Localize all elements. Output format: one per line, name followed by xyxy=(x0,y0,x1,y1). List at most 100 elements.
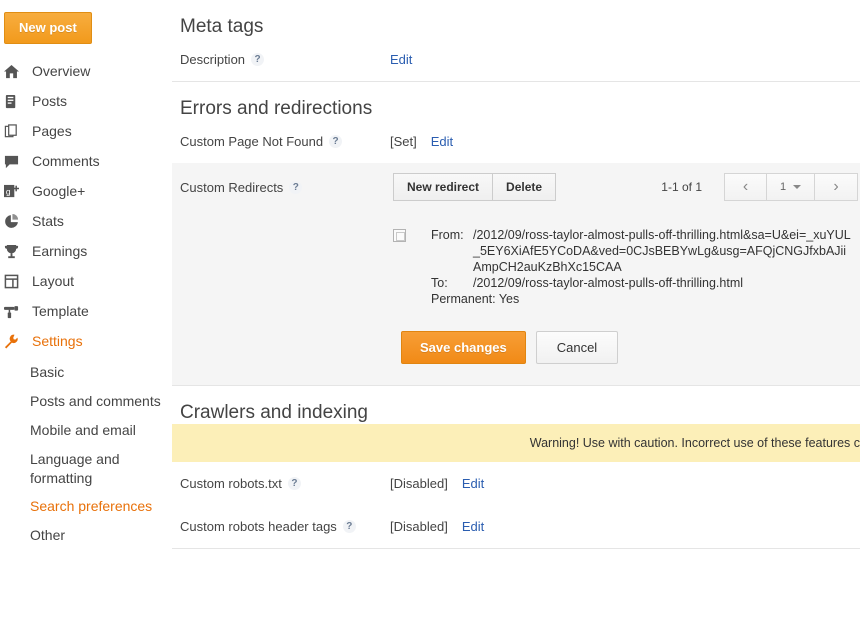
help-icon[interactable]: ? xyxy=(329,135,342,148)
sidebar-item-label: Google+ xyxy=(30,183,85,199)
sidebar: New post Overview Posts Pages xyxy=(0,0,172,638)
pagination-prev-button[interactable]: ‹ xyxy=(724,173,767,201)
robots-txt-status: [Disabled] xyxy=(390,476,448,491)
edit-page-not-found-link[interactable]: Edit xyxy=(431,134,453,149)
custom-redirects-label-group: Custom Redirects ? xyxy=(180,173,393,195)
redirect-list-item: From: /2012/09/ross-taylor-almost-pulls-… xyxy=(180,227,860,307)
sidebar-item-label: Stats xyxy=(30,213,64,229)
sidebar-item-label: Earnings xyxy=(30,243,87,259)
help-icon[interactable]: ? xyxy=(288,477,301,490)
redirect-details: From: /2012/09/ross-taylor-almost-pulls-… xyxy=(431,227,851,307)
robots-txt-label: Custom robots.txt xyxy=(180,476,282,491)
redirect-to-value: /2012/09/ross-taylor-almost-pulls-off-th… xyxy=(473,275,851,291)
edit-robots-txt-link[interactable]: Edit xyxy=(462,476,484,491)
crawlers-heading: Crawlers and indexing xyxy=(172,386,860,424)
new-redirect-button[interactable]: New redirect xyxy=(393,173,493,201)
comments-icon xyxy=(4,154,30,169)
row-custom-robots-header-tags: Custom robots header tags ? [Disabled] E… xyxy=(172,505,860,548)
redirect-button-group: New redirect Delete xyxy=(393,173,556,201)
errors-heading: Errors and redirections xyxy=(172,82,860,120)
sidebar-item-label: Posts xyxy=(30,93,67,109)
meta-tags-heading: Meta tags xyxy=(172,0,860,38)
sidebar-item-overview[interactable]: Overview xyxy=(0,56,172,86)
sidebar-item-earnings[interactable]: Earnings xyxy=(0,236,172,266)
pagination: 1-1 of 1 ‹ 1 › xyxy=(661,173,860,201)
chevron-left-icon: ‹ xyxy=(743,179,748,195)
redirect-from-value: /2012/09/ross-taylor-almost-pulls-off-th… xyxy=(473,227,851,275)
sidebar-item-posts-and-comments[interactable]: Posts and comments xyxy=(0,387,172,416)
row-custom-page-not-found: Custom Page Not Found ? [Set] Edit xyxy=(172,120,860,163)
custom-redirects-header: Custom Redirects ? New redirect Delete 1… xyxy=(180,173,860,201)
blogger-search-preferences-page: New post Overview Posts Pages xyxy=(0,0,860,638)
sidebar-item-basic[interactable]: Basic xyxy=(0,358,172,387)
delete-redirect-button[interactable]: Delete xyxy=(493,173,556,201)
sidebar-item-posts[interactable]: Posts xyxy=(0,86,172,116)
pie-chart-icon xyxy=(4,214,30,229)
sidebar-item-label: Layout xyxy=(30,273,74,289)
chevron-right-icon: › xyxy=(833,179,838,195)
redirect-from-key: From: xyxy=(431,227,473,275)
redirect-from-line: From: /2012/09/ross-taylor-almost-pulls-… xyxy=(431,227,851,275)
sidebar-item-comments[interactable]: Comments xyxy=(0,146,172,176)
home-icon xyxy=(4,64,30,79)
sidebar-item-label: Settings xyxy=(30,333,83,349)
google-plus-icon: g xyxy=(4,184,30,199)
sidebar-item-template[interactable]: Template xyxy=(0,296,172,326)
warning-banner: Warning! Use with caution. Incorrect use… xyxy=(172,424,860,462)
sidebar-item-settings[interactable]: Settings xyxy=(0,326,172,356)
row-description: Description ? Edit xyxy=(172,38,860,81)
main-content: Meta tags Description ? Edit Errors and … xyxy=(172,0,860,638)
redirect-checkbox[interactable] xyxy=(393,229,406,242)
help-icon[interactable]: ? xyxy=(251,53,264,66)
sidebar-nav: Overview Posts Pages Comments xyxy=(0,56,172,356)
custom-redirects-panel: Custom Redirects ? New redirect Delete 1… xyxy=(172,163,860,385)
save-changes-button[interactable]: Save changes xyxy=(401,331,526,364)
trophy-icon xyxy=(4,244,30,259)
sidebar-item-language-and-formatting[interactable]: Language and formatting xyxy=(0,445,130,493)
sidebar-item-search-preferences[interactable]: Search preferences xyxy=(0,492,172,521)
sidebar-item-mobile-and-email[interactable]: Mobile and email xyxy=(0,416,172,445)
help-icon[interactable]: ? xyxy=(289,181,302,194)
cancel-button[interactable]: Cancel xyxy=(536,331,618,364)
page-not-found-status: [Set] xyxy=(390,134,417,149)
sidebar-item-layout[interactable]: Layout xyxy=(0,266,172,296)
custom-redirects-toolbar: New redirect Delete 1-1 of 1 ‹ 1 xyxy=(393,173,860,201)
robots-header-tags-label-group: Custom robots header tags ? xyxy=(180,519,390,534)
pagination-next-button[interactable]: › xyxy=(815,173,858,201)
svg-text:g: g xyxy=(6,186,11,196)
divider xyxy=(172,548,860,549)
description-label-group: Description ? xyxy=(180,52,390,67)
pagination-page-value: 1 xyxy=(780,181,786,193)
sidebar-item-google-plus[interactable]: g Google+ xyxy=(0,176,172,206)
posts-icon xyxy=(4,94,30,109)
redirect-permanent-line: Permanent: Yes xyxy=(431,291,851,307)
new-post-button[interactable]: New post xyxy=(4,12,92,44)
page-not-found-label: Custom Page Not Found xyxy=(180,134,323,149)
sidebar-subnav: Basic Posts and comments Mobile and emai… xyxy=(0,358,172,550)
sidebar-item-other[interactable]: Other xyxy=(0,521,172,550)
robots-txt-label-group: Custom robots.txt ? xyxy=(180,476,390,491)
robots-header-tags-status: [Disabled] xyxy=(390,519,448,534)
sidebar-item-label: Pages xyxy=(30,123,72,139)
layout-icon xyxy=(4,274,30,289)
paint-roller-icon xyxy=(4,304,30,319)
description-label: Description xyxy=(180,52,245,67)
edit-robots-header-tags-link[interactable]: Edit xyxy=(462,519,484,534)
page-not-found-label-group: Custom Page Not Found ? xyxy=(180,134,390,149)
chevron-down-icon xyxy=(793,185,801,189)
warning-text: Warning! Use with caution. Incorrect use… xyxy=(522,436,860,450)
edit-description-link[interactable]: Edit xyxy=(390,52,412,67)
sidebar-item-stats[interactable]: Stats xyxy=(0,206,172,236)
pagination-page-select[interactable]: 1 xyxy=(767,173,815,201)
sidebar-item-pages[interactable]: Pages xyxy=(0,116,172,146)
custom-redirects-label: Custom Redirects xyxy=(180,180,283,195)
sidebar-item-label: Overview xyxy=(30,63,90,79)
help-icon[interactable]: ? xyxy=(343,520,356,533)
wrench-icon xyxy=(4,334,30,349)
redirect-to-key: To: xyxy=(431,275,473,291)
redirect-to-line: To: /2012/09/ross-taylor-almost-pulls-of… xyxy=(431,275,851,291)
sidebar-item-label: Comments xyxy=(30,153,100,169)
pagination-count: 1-1 of 1 xyxy=(661,180,702,194)
redirect-actions: Save changes Cancel xyxy=(180,331,860,364)
row-custom-robots-txt: Custom robots.txt ? [Disabled] Edit xyxy=(172,462,860,505)
